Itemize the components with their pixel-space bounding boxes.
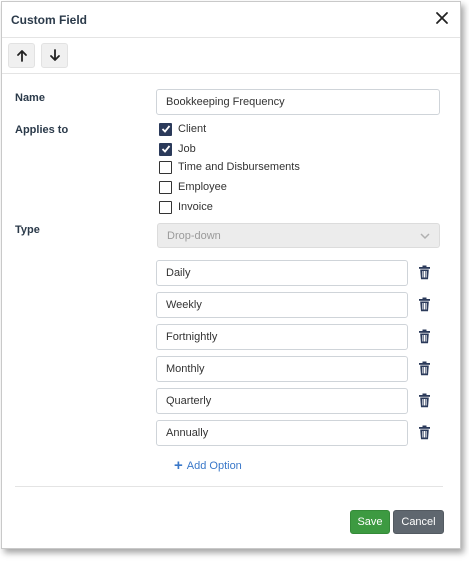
applies-to-label: Applies to [15,124,69,136]
applies-job[interactable]: Job [159,141,196,157]
option-input-fortnightly[interactable] [156,324,408,350]
type-label: Type [15,224,40,236]
dialog-title: Custom Field [11,13,88,27]
save-button[interactable]: Save [350,510,390,534]
trash-icon[interactable] [418,425,431,440]
custom-field-dialog: Custom Field Name Applies to Client [1,1,461,549]
time-disbursements-checkbox[interactable] [159,160,172,174]
move-up-button[interactable] [8,43,35,68]
option-input-monthly[interactable] [156,356,408,382]
employee-label: Employee [178,181,227,193]
time-disbursements-label: Time and Disbursements [178,161,300,173]
trash-icon[interactable] [418,393,431,408]
toolbar [2,38,460,74]
job-checkbox[interactable] [159,142,172,156]
trash-icon[interactable] [418,361,431,376]
footer-divider [15,486,443,487]
name-input[interactable] [156,89,440,115]
close-icon[interactable] [434,10,450,26]
employee-checkbox[interactable] [159,180,172,194]
invoice-label: Invoice [178,201,213,213]
applies-employee[interactable]: Employee [159,179,227,195]
trash-icon[interactable] [418,265,431,280]
arrow-up-icon [16,50,27,62]
option-input-weekly[interactable] [156,292,408,318]
option-input-quarterly[interactable] [156,388,408,414]
applies-time-disbursements[interactable]: Time and Disbursements [159,159,300,175]
checkmark-icon [161,145,170,153]
client-checkbox[interactable] [159,122,172,136]
checkmark-icon [161,125,170,133]
add-option-link[interactable]: + Add Option [174,457,242,474]
applies-invoice[interactable]: Invoice [159,199,213,215]
name-label: Name [15,92,45,104]
cancel-button[interactable]: Cancel [393,510,444,534]
option-input-annually[interactable] [156,420,408,446]
chevron-down-icon [420,233,430,240]
move-down-button[interactable] [41,43,68,68]
client-label: Client [178,123,207,135]
trash-icon[interactable] [418,329,431,344]
trash-icon[interactable] [418,297,431,312]
type-select[interactable]: Drop-down [157,223,440,248]
option-input-daily[interactable] [156,260,408,286]
arrow-down-icon [49,49,60,61]
add-option-label: Add Option [186,460,242,472]
applies-client[interactable]: Client [159,121,206,137]
invoice-checkbox[interactable] [159,200,172,214]
plus-icon: + [174,457,183,474]
job-label: Job [178,143,196,155]
type-select-value: Drop-down [167,230,221,242]
dialog-header: Custom Field [2,2,460,38]
